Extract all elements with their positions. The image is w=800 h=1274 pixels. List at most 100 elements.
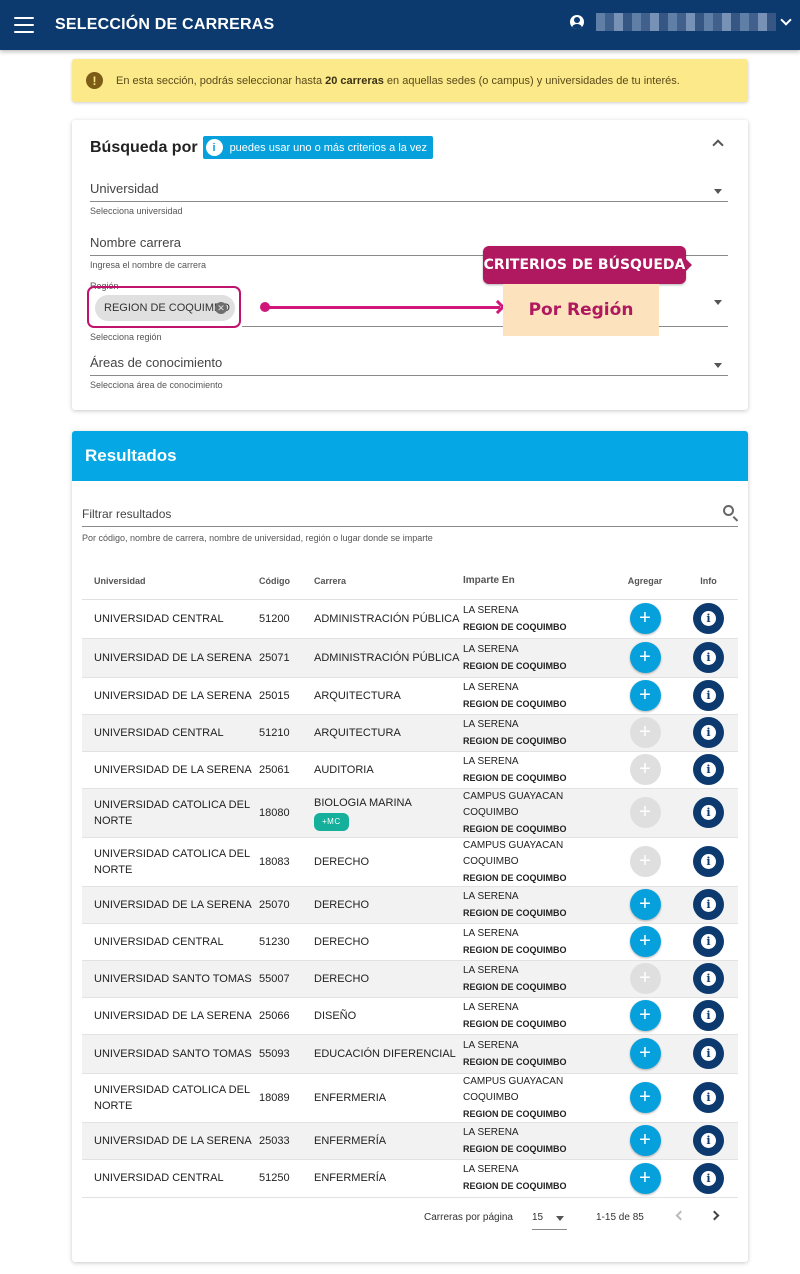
info-icon[interactable]: i: [693, 1000, 724, 1031]
por-region-highlight: Por Región: [503, 284, 659, 336]
info-icon[interactable]: i: [693, 963, 724, 994]
info-icon[interactable]: i: [693, 680, 724, 711]
notice-text: En esta sección, podrás seleccionar hast…: [116, 74, 680, 87]
results-table: Universidad Código Carrera Imparte En Ag…: [82, 563, 738, 1198]
info-icon[interactable]: i: [693, 846, 724, 877]
filter-help: Por código, nombre de carrera, nombre de…: [82, 533, 433, 543]
info-icon[interactable]: i: [693, 642, 724, 673]
cell-imparte: LA SERENA REGION DE COQUIMBO: [463, 886, 611, 924]
table-row: UNIVERSIDAD SANTO TOMAS 55007 DERECHO LA SE…: [82, 960, 738, 998]
cell-carrera: ENFERMERÍA: [314, 1159, 463, 1198]
col-codigo[interactable]: Código: [259, 563, 314, 600]
exclamation-icon: !: [86, 72, 103, 89]
dropdown-caret-icon[interactable]: [714, 300, 722, 305]
universidad-select[interactable]: Universidad Selecciona universidad: [90, 175, 728, 216]
cell-imparte: CAMPUS GUAYACAN COQUIMBO REGION DE COQUIM…: [463, 837, 611, 887]
cell-carrera: DISEÑO: [314, 997, 463, 1035]
cell-universidad: UNIVERSIDAD DE LA SERENA: [82, 997, 259, 1035]
cell-carrera: ARQUITECTURA: [314, 714, 463, 752]
info-icon[interactable]: i: [693, 1125, 724, 1156]
cell-imparte: LA SERENA REGION DE COQUIMBO: [463, 997, 611, 1035]
cell-codigo: 25015: [259, 677, 314, 715]
info-icon[interactable]: i: [693, 1162, 724, 1194]
info-icon[interactable]: i: [693, 1038, 724, 1069]
cell-imparte: LA SERENA REGION DE COQUIMBO: [463, 677, 611, 715]
add-icon[interactable]: +: [629, 926, 661, 957]
info-icon: i: [205, 139, 223, 156]
cell-imparte: LA SERENA REGION DE COQUIMBO: [463, 751, 611, 789]
results-title: Resultados: [72, 431, 748, 481]
info-icon[interactable]: i: [693, 603, 724, 634]
cell-imparte: LA SERENA REGION DE COQUIMBO: [463, 714, 611, 752]
per-page-select[interactable]: 15: [532, 1212, 567, 1230]
cell-carrera: AUDITORIA: [314, 751, 463, 789]
region-chip[interactable]: REGION DE COQUIMBO ✕: [95, 295, 235, 321]
cell-carrera: DERECHO: [314, 960, 463, 998]
table-row: UNIVERSIDAD DE LA SERENA 25015 ARQUITECTUR…: [82, 677, 738, 715]
cell-universidad: UNIVERSIDAD SANTO TOMAS: [82, 1034, 259, 1074]
cell-universidad: UNIVERSIDAD CATOLICA DEL NORTE: [82, 837, 259, 887]
add-icon[interactable]: +: [629, 889, 661, 920]
cell-codigo: 18089: [259, 1073, 314, 1123]
next-page-icon[interactable]: [709, 1210, 720, 1221]
add-icon[interactable]: +: [629, 1125, 661, 1156]
search-hint: i puedes usar uno o más criterios a la v…: [202, 136, 434, 159]
chip-remove-icon[interactable]: ✕: [215, 302, 227, 314]
info-icon[interactable]: i: [693, 1082, 724, 1113]
filter-input[interactable]: Filtrar resultados: [82, 505, 738, 527]
add-icon[interactable]: +: [629, 1082, 661, 1113]
cell-universidad: UNIVERSIDAD CATOLICA DEL NORTE: [82, 788, 259, 838]
cell-codigo: 51250: [259, 1159, 314, 1198]
info-icon[interactable]: i: [693, 889, 724, 920]
cell-codigo: 25070: [259, 886, 314, 924]
cell-codigo: 25033: [259, 1122, 314, 1160]
table-row: UNIVERSIDAD CENTRAL 51230 DERECHO LA SERENA…: [82, 923, 738, 961]
collapse-chevron-icon[interactable]: [712, 139, 724, 151]
user-menu[interactable]: [570, 13, 792, 31]
table-row: UNIVERSIDAD CATOLICA DEL NORTE 18089 ENFER…: [82, 1073, 738, 1123]
col-universidad[interactable]: Universidad: [82, 563, 259, 600]
cell-carrera: BIOLOGIA MARINA +MC: [314, 788, 463, 838]
col-carrera[interactable]: Carrera: [314, 563, 463, 600]
info-icon[interactable]: i: [693, 717, 724, 748]
search-icon[interactable]: [723, 505, 734, 516]
cell-codigo: 55007: [259, 960, 314, 998]
table-row: UNIVERSIDAD CENTRAL 51250 ENFERMERÍA LA SER…: [82, 1159, 738, 1198]
add-icon[interactable]: +: [629, 642, 661, 673]
account-icon: [570, 15, 584, 29]
table-row: UNIVERSIDAD DE LA SERENA 25066 DISEÑO LA SE…: [82, 997, 738, 1035]
cell-universidad: UNIVERSIDAD DE LA SERENA: [82, 677, 259, 715]
cell-codigo: 51230: [259, 923, 314, 961]
add-icon[interactable]: +: [629, 680, 661, 711]
user-name-redacted: [596, 13, 776, 31]
region-chip-highlight: REGION DE COQUIMBO ✕: [87, 286, 241, 328]
info-icon[interactable]: i: [693, 754, 724, 785]
add-icon: +: [629, 846, 661, 877]
add-icon[interactable]: +: [629, 1038, 661, 1069]
cell-universidad: UNIVERSIDAD SANTO TOMAS: [82, 960, 259, 998]
areas-select[interactable]: Áreas de conocimiento Selecciona área de…: [90, 349, 728, 390]
cell-carrera: ENFERMERÍA: [314, 1122, 463, 1160]
table-row: UNIVERSIDAD DE LA SERENA 25061 AUDITORIA LA…: [82, 751, 738, 789]
col-imparte[interactable]: Imparte En: [463, 563, 611, 600]
cell-universidad: UNIVERSIDAD CENTRAL: [82, 714, 259, 752]
dropdown-caret-icon: [714, 189, 722, 194]
add-icon[interactable]: +: [629, 1000, 661, 1031]
cell-codigo: 25071: [259, 638, 314, 678]
dropdown-caret-icon: [714, 363, 722, 368]
cell-imparte: LA SERENA REGION DE COQUIMBO: [463, 1159, 611, 1198]
info-icon[interactable]: i: [693, 926, 724, 957]
table-row: UNIVERSIDAD DE LA SERENA 25071 ADMINISTRAC…: [82, 638, 738, 678]
table-header: Universidad Código Carrera Imparte En Ag…: [82, 563, 738, 600]
cell-carrera: ARQUITECTURA: [314, 677, 463, 715]
add-icon[interactable]: +: [629, 1162, 661, 1194]
annotation-arrow: [264, 306, 500, 309]
add-icon[interactable]: +: [629, 603, 661, 634]
cell-universidad: UNIVERSIDAD DE LA SERENA: [82, 886, 259, 924]
cell-universidad: UNIVERSIDAD DE LA SERENA: [82, 1122, 259, 1160]
menu-icon[interactable]: [14, 17, 34, 33]
cell-carrera: ADMINISTRACIÓN PÚBLICA: [314, 638, 463, 678]
mc-badge: +MC: [314, 812, 349, 831]
info-icon[interactable]: i: [693, 797, 724, 828]
prev-page-icon[interactable]: [675, 1210, 686, 1221]
